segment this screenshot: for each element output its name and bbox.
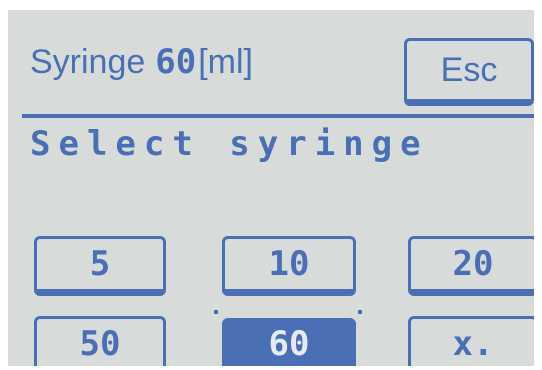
syringe-volume-value: 60	[155, 42, 197, 82]
syringe-option-10[interactable]: 10	[222, 236, 356, 296]
header-title: Syringe 60[ml]	[30, 42, 253, 82]
syringe-volume-unit: [ml]	[198, 43, 254, 81]
select-syringe-prompt: Select syringe	[30, 124, 429, 164]
syringe-label: Syringe	[30, 43, 146, 81]
header-divider	[22, 114, 534, 118]
syringe-option-50[interactable]: 50	[34, 316, 166, 366]
selection-corner-mark	[214, 310, 218, 314]
selection-corner-mark	[358, 310, 362, 314]
syringe-option-other[interactable]: x.	[408, 316, 534, 366]
esc-button[interactable]: Esc	[404, 38, 534, 106]
syringe-option-60-selected[interactable]: 60	[222, 318, 356, 366]
syringe-option-5[interactable]: 5	[34, 236, 166, 296]
lcd-screen: Syringe 60[ml] Esc Select syringe 5 10 20…	[8, 10, 534, 366]
syringe-option-20[interactable]: 20	[408, 236, 534, 296]
